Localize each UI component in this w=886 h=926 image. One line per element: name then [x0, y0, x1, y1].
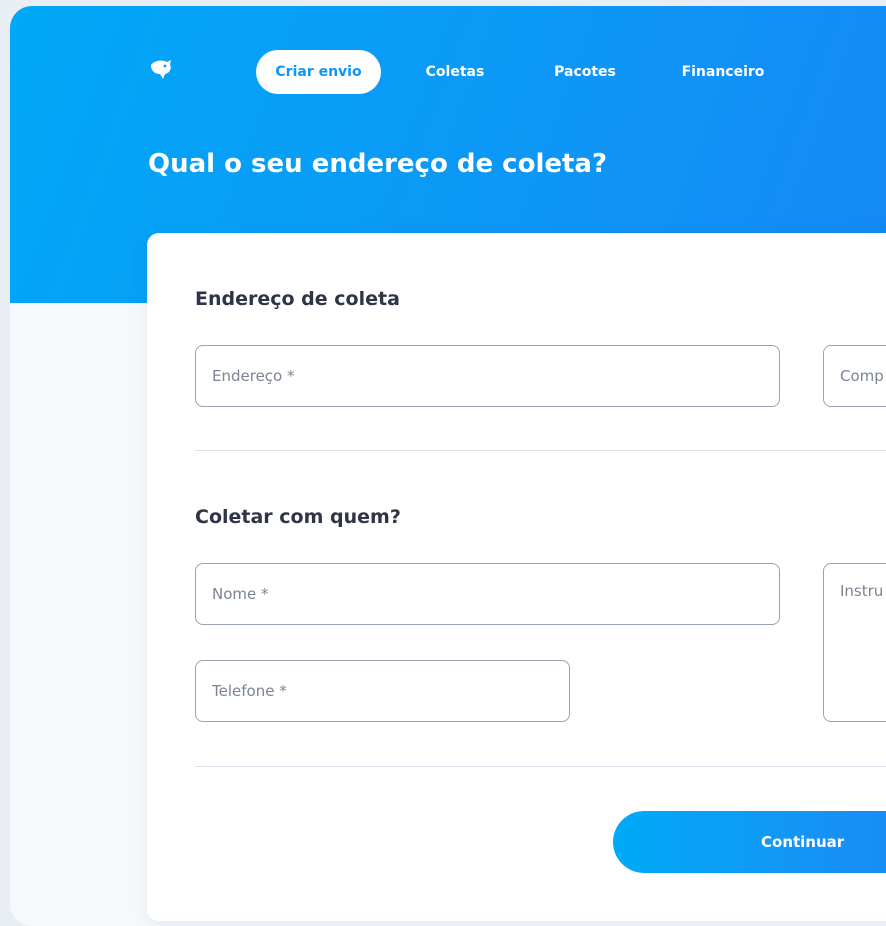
nav-tab-pacotes[interactable]: Pacotes — [545, 50, 625, 94]
name-field[interactable]: Nome * — [195, 563, 780, 625]
address-field[interactable]: Endereço * — [195, 345, 780, 407]
section-divider — [195, 450, 886, 451]
phone-field[interactable]: Telefone * — [195, 660, 570, 722]
nav-tab-financeiro[interactable]: Financeiro — [673, 50, 773, 94]
section-divider — [195, 766, 886, 767]
nav-tab-coletas[interactable]: Coletas — [420, 50, 490, 94]
pickup-form-card: Endereço de coleta Endereço * Comp Colet… — [147, 233, 886, 921]
app-frame: Criar envio Coletas Pacotes Financeiro Q… — [10, 6, 886, 926]
contact-section-title: Coletar com quem? — [195, 506, 401, 528]
continue-button[interactable]: Continuar — [613, 811, 886, 873]
rabbit-logo-icon[interactable] — [148, 56, 174, 82]
complement-field[interactable]: Comp — [823, 345, 886, 407]
page-title: Qual o seu endereço de coleta? — [148, 149, 608, 179]
address-section-title: Endereço de coleta — [195, 288, 400, 310]
nav-tab-criar-envio[interactable]: Criar envio — [256, 50, 381, 94]
instructions-field[interactable]: Instru — [823, 563, 886, 722]
